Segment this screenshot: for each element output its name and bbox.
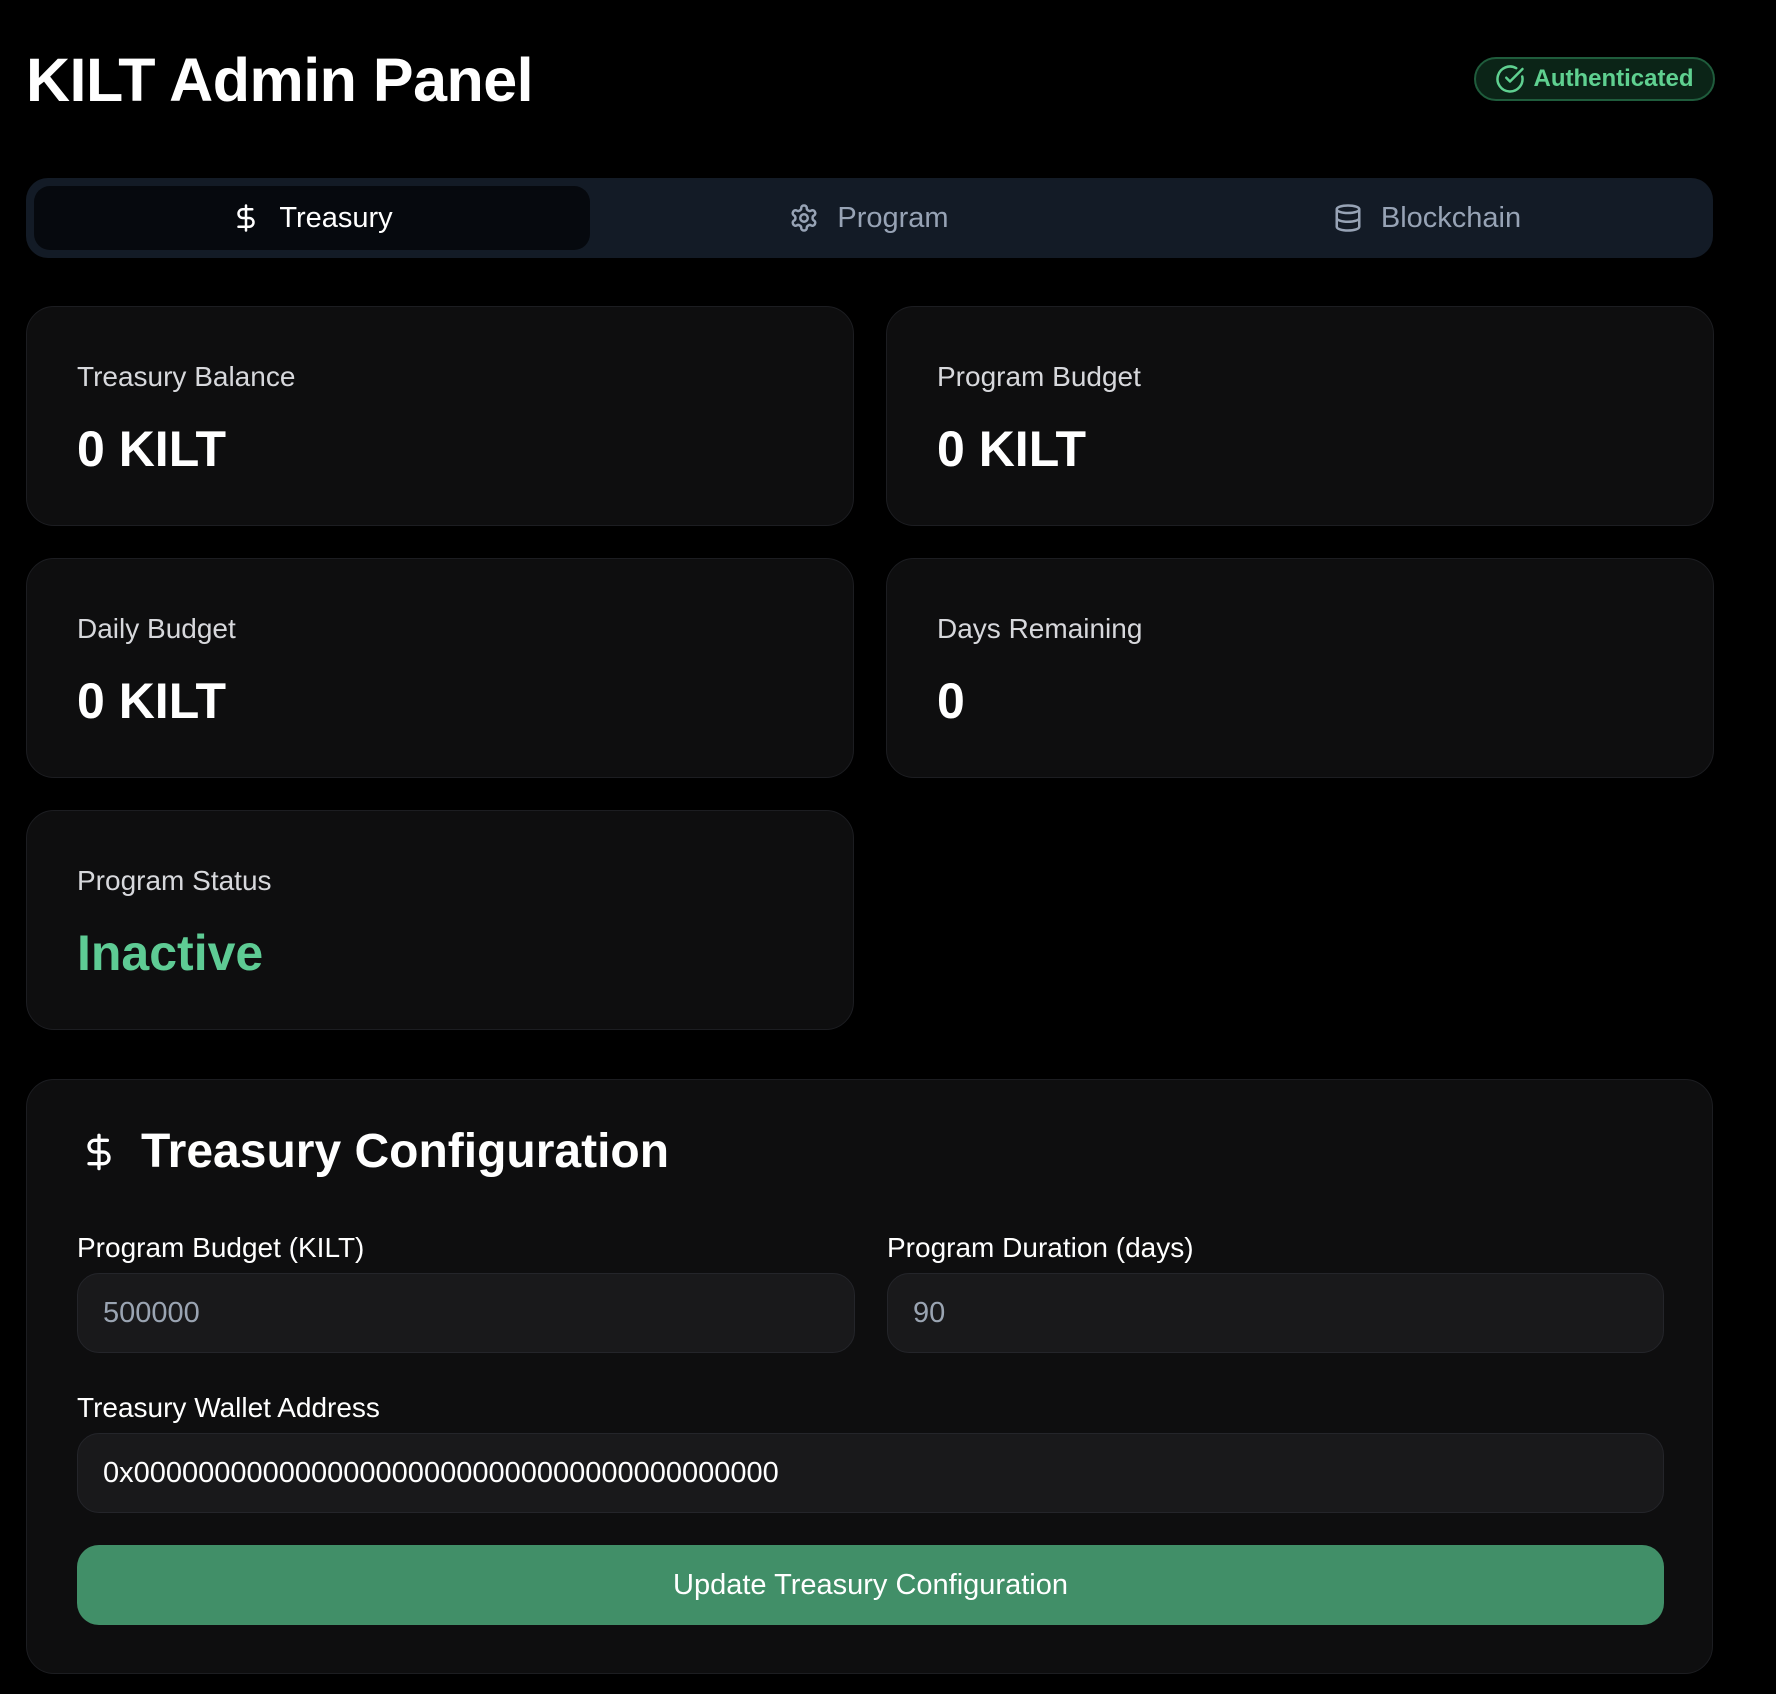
dollar-icon <box>237 204 256 232</box>
tab-bar: Treasury Program Blockchain <box>26 178 1713 258</box>
header: KILT Admin Panel Authenticated <box>26 40 1715 120</box>
card-label: Program Status <box>77 865 272 896</box>
program-duration-input[interactable]: 90 <box>887 1273 1664 1353</box>
card-label: Daily Budget <box>77 613 236 644</box>
tab-label: Program <box>837 201 949 234</box>
card-value: 0 <box>937 673 965 729</box>
budget-field-label: Program Budget (KILT) <box>77 1232 365 1263</box>
auth-status-label: Authenticated <box>1533 65 1694 92</box>
program-status-card: Program Status Inactive <box>26 810 854 1030</box>
gear-icon <box>791 204 817 232</box>
card-label: Days Remaining <box>937 613 1143 644</box>
days-remaining-card: Days Remaining 0 <box>886 558 1714 778</box>
dollar-icon <box>87 1133 111 1170</box>
card-value: 0 KILT <box>77 673 227 729</box>
page-title: KILT Admin Panel <box>26 46 534 114</box>
card-value: 0 KILT <box>937 421 1087 477</box>
treasury-config-panel: Treasury Configuration Program Budget (K… <box>26 1079 1713 1674</box>
admin-page: KILT Admin Panel Authenticated Treasury … <box>0 0 1776 1694</box>
card-label: Treasury Balance <box>77 361 296 392</box>
tab-label: Treasury <box>279 201 393 234</box>
duration-field-label: Program Duration (days) <box>887 1232 1194 1263</box>
daily-budget-card: Daily Budget 0 KILT <box>26 558 854 778</box>
config-title: Treasury Configuration <box>141 1125 670 1178</box>
tab-label: Blockchain <box>1380 201 1522 234</box>
program-budget-input[interactable]: 500000 <box>77 1273 855 1353</box>
auth-status-badge: Authenticated <box>1474 57 1715 101</box>
tab-treasury[interactable]: Treasury <box>34 186 590 250</box>
update-treasury-button[interactable]: Update Treasury Configuration <box>77 1545 1664 1625</box>
check-circle-icon <box>1496 65 1525 93</box>
program-status-value: Inactive <box>77 925 264 981</box>
tab-program[interactable]: Program <box>591 186 1147 250</box>
wallet-field-label: Treasury Wallet Address <box>77 1392 380 1423</box>
card-label: Program Budget <box>937 361 1141 392</box>
config-heading: Treasury Configuration <box>79 1124 669 1179</box>
card-value: 0 KILT <box>77 421 227 477</box>
treasury-balance-card: Treasury Balance 0 KILT <box>26 306 854 526</box>
program-budget-card: Program Budget 0 KILT <box>886 306 1714 526</box>
treasury-wallet-input[interactable]: 0x00000000000000000000000000000000000000… <box>77 1433 1664 1513</box>
database-icon <box>1335 204 1361 232</box>
tab-blockchain[interactable]: Blockchain <box>1149 186 1705 250</box>
